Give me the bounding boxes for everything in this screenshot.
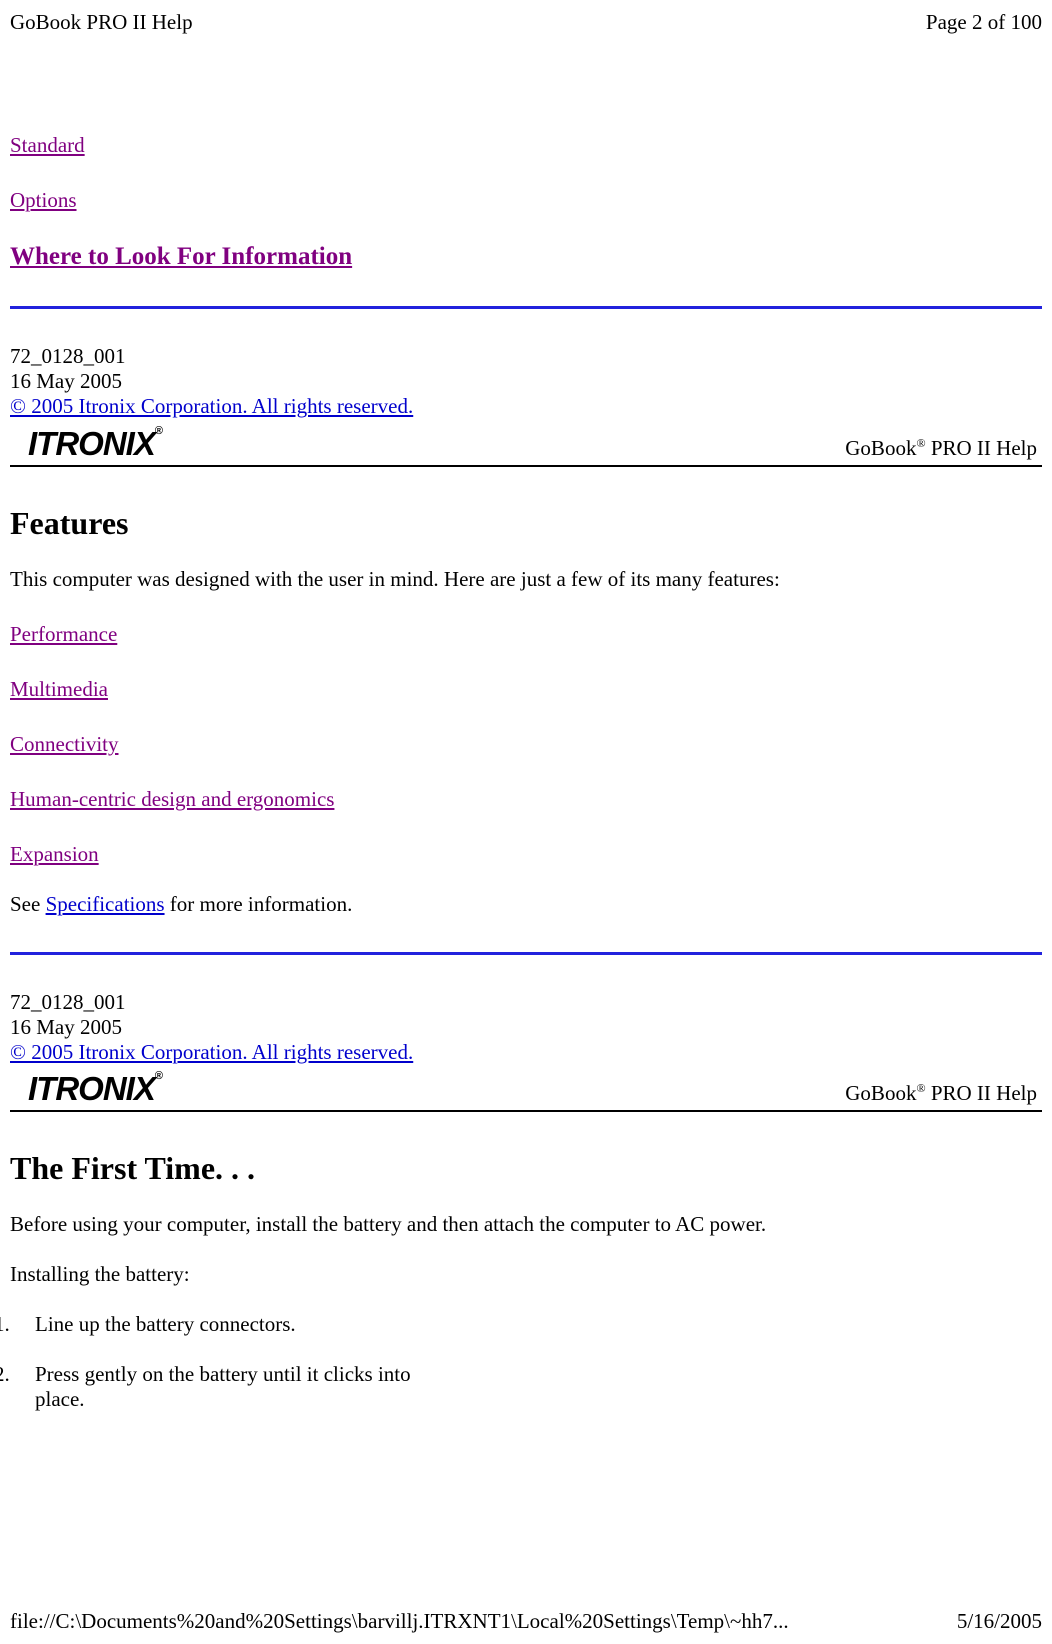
doc-id: 72_0128_001 — [10, 990, 1042, 1015]
divider — [10, 952, 1042, 955]
step-2: Press gently on the battery until it cli… — [15, 1362, 415, 1412]
doc-date: 16 May 2005 — [10, 1015, 1042, 1040]
features-intro: This computer was designed with the user… — [10, 567, 1042, 592]
link-multimedia[interactable]: Multimedia — [10, 677, 1042, 702]
step-1: Line up the battery connectors. — [15, 1312, 415, 1337]
install-steps: Line up the battery connectors. Press ge… — [10, 1312, 1042, 1412]
product-name: GoBook® PRO II Help — [845, 1081, 1042, 1108]
installing-label: Installing the battery: — [10, 1262, 1042, 1287]
link-performance[interactable]: Performance — [10, 622, 1042, 647]
heading-features: Features — [10, 505, 1042, 542]
heading-first-time: The First Time. . . — [10, 1150, 1042, 1187]
page-info: Page 2 of 100 — [926, 10, 1042, 35]
link-standard[interactable]: Standard — [10, 133, 1042, 158]
itronix-logo: ITRONIX® — [10, 1070, 162, 1108]
meta-block-1: 72_0128_001 16 May 2005 © 2005 Itronix C… — [10, 344, 1042, 420]
section-header-2: ITRONIX® GoBook® PRO II Help — [10, 1070, 1042, 1112]
footer-date: 5/16/2005 — [957, 1609, 1042, 1634]
footer-path: file://C:\Documents%20and%20Settings\bar… — [10, 1609, 789, 1634]
first-time-intro: Before using your computer, install the … — [10, 1212, 1042, 1237]
copyright-link[interactable]: © 2005 Itronix Corporation. All rights r… — [10, 1040, 413, 1064]
itronix-logo: ITRONIX® — [10, 425, 162, 463]
link-connectivity[interactable]: Connectivity — [10, 732, 1042, 757]
product-name: GoBook® PRO II Help — [845, 436, 1042, 463]
link-where-to-look[interactable]: Where to Look For Information — [10, 243, 1042, 271]
doc-date: 16 May 2005 — [10, 369, 1042, 394]
link-human-centric[interactable]: Human-centric design and ergonomics — [10, 787, 1042, 812]
section-header-1: ITRONIX® GoBook® PRO II Help — [10, 425, 1042, 467]
header-title: GoBook PRO II Help — [10, 10, 193, 35]
see-specifications: See Specifications for more information. — [10, 892, 1042, 917]
copyright-link[interactable]: © 2005 Itronix Corporation. All rights r… — [10, 394, 413, 418]
link-specifications[interactable]: Specifications — [46, 892, 165, 916]
doc-id: 72_0128_001 — [10, 344, 1042, 369]
meta-block-2: 72_0128_001 16 May 2005 © 2005 Itronix C… — [10, 990, 1042, 1066]
link-options[interactable]: Options — [10, 188, 1042, 213]
link-expansion[interactable]: Expansion — [10, 842, 1042, 867]
divider — [10, 306, 1042, 309]
